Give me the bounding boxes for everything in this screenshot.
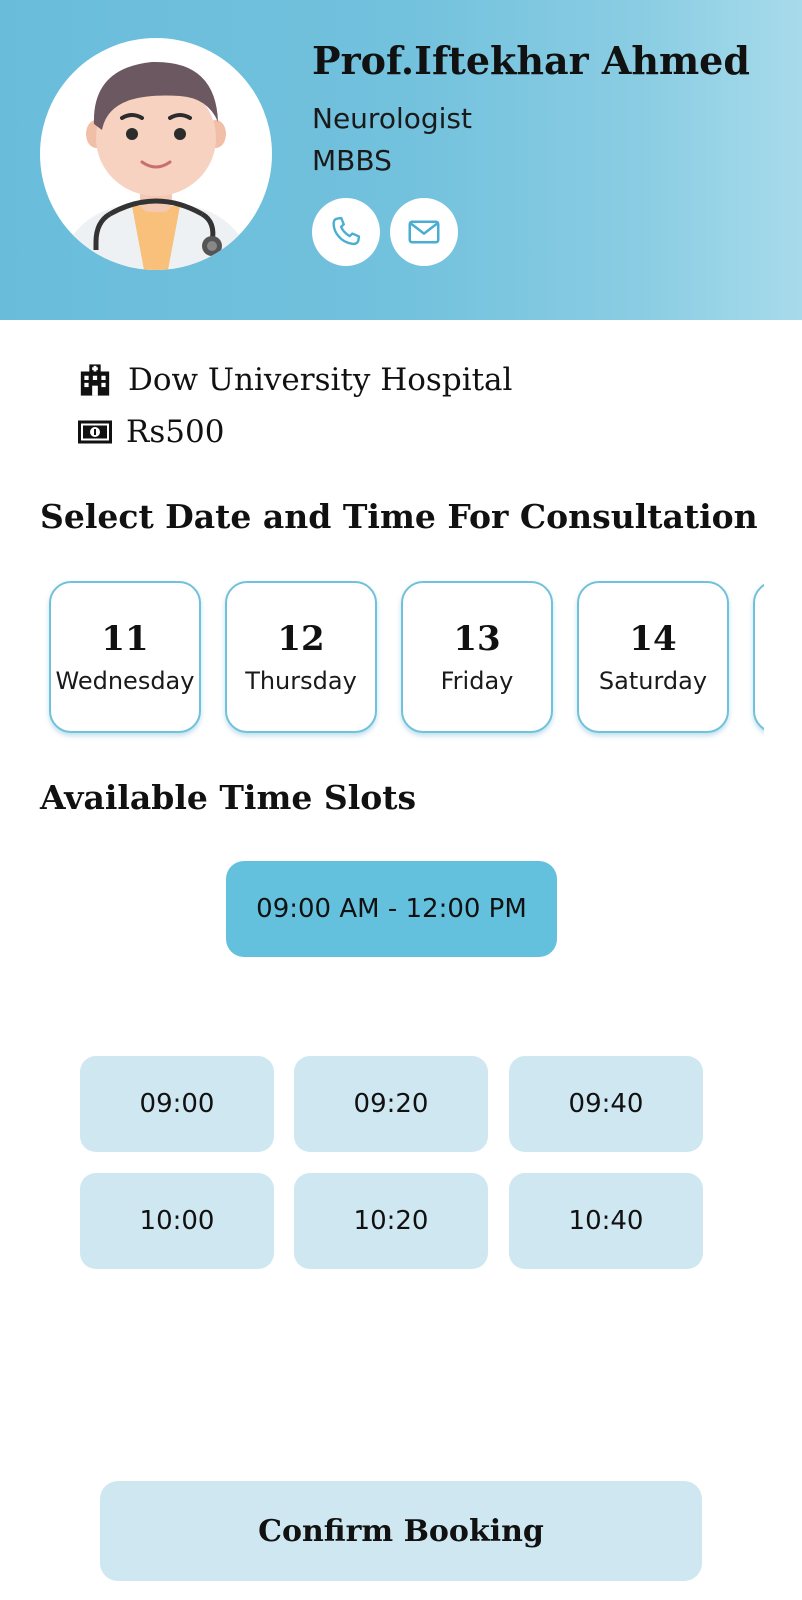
date-weekday: Wednesday xyxy=(55,667,195,695)
profile-header: Prof.Iftekhar Ahmed Neurologist MBBS xyxy=(0,0,802,320)
doctor-name: Prof.Iftekhar Ahmed xyxy=(312,38,750,83)
date-section-title: Select Date and Time For Consultation xyxy=(40,497,758,536)
phone-icon xyxy=(332,216,361,246)
confirm-booking-button[interactable]: Confirm Booking xyxy=(100,1481,702,1581)
hospital-row: Dow University Hospital xyxy=(78,362,512,398)
hospital-building-icon xyxy=(80,364,110,396)
date-card[interactable]: 11 Wednesday xyxy=(49,581,201,733)
doctor-degree: MBBS xyxy=(312,144,392,177)
mail-icon xyxy=(408,220,440,244)
consultation-fee: Rs500 xyxy=(126,414,225,450)
date-number: 12 xyxy=(277,619,325,659)
fee-row: Rs500 xyxy=(78,414,224,450)
date-selector[interactable]: 11 Wednesday 12 Thursday 13 Friday 14 Sa… xyxy=(40,575,764,745)
date-card[interactable]: 12 Thursday xyxy=(225,581,377,733)
time-slot[interactable]: 09:20 xyxy=(294,1056,488,1152)
date-card[interactable]: 13 Friday xyxy=(401,581,553,733)
hospital-name: Dow University Hospital xyxy=(128,362,513,398)
date-weekday: Friday xyxy=(440,667,514,695)
call-button[interactable] xyxy=(312,198,380,266)
doctor-specialty: Neurologist xyxy=(312,102,472,135)
date-weekday: Saturday xyxy=(598,667,708,695)
date-weekday: Thursday xyxy=(245,667,357,695)
time-slot[interactable]: 10:20 xyxy=(294,1173,488,1269)
doctor-avatar-icon xyxy=(40,38,272,270)
time-slot[interactable]: 09:40 xyxy=(509,1056,703,1152)
time-slot[interactable]: 09:00 xyxy=(80,1056,274,1152)
date-number: 11 xyxy=(101,619,149,659)
date-card-partial[interactable] xyxy=(753,581,764,733)
date-card[interactable]: 14 Saturday xyxy=(577,581,729,733)
time-slots-title: Available Time Slots xyxy=(40,778,417,817)
time-range-button[interactable]: 09:00 AM - 12:00 PM xyxy=(226,861,557,957)
date-number: 14 xyxy=(629,619,677,659)
time-slot[interactable]: 10:40 xyxy=(509,1173,703,1269)
money-bill-icon xyxy=(78,420,112,444)
date-number: 13 xyxy=(453,619,501,659)
email-button[interactable] xyxy=(390,198,458,266)
time-slot[interactable]: 10:00 xyxy=(80,1173,274,1269)
